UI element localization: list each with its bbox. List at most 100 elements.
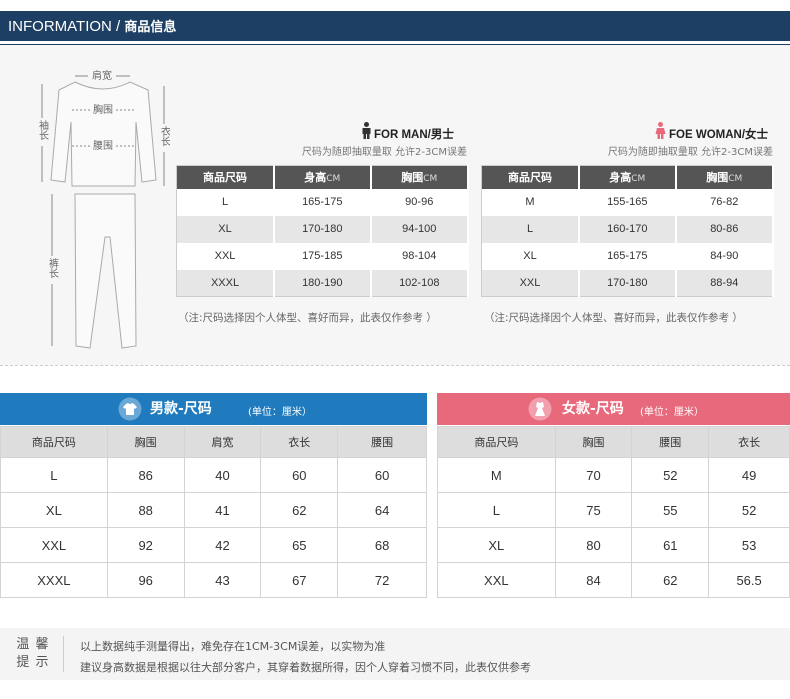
table-cell: 53 bbox=[708, 527, 790, 563]
label-pants-length: 裤长 bbox=[47, 257, 59, 278]
table-row: M 70 52 49 bbox=[437, 457, 790, 493]
table-cell: 68 bbox=[337, 527, 427, 563]
tips-line-1: 以上数据纯手测量得出，难免存在1CM-3CM误差，以实物为准 bbox=[80, 640, 386, 653]
men-top-title: FOR MAN/男士 bbox=[374, 129, 454, 141]
table-row: XXXL 180-190 102-108 bbox=[176, 269, 469, 297]
table-cell: 92 bbox=[106, 527, 185, 563]
table-cell: 64 bbox=[337, 492, 427, 528]
table-cell: L bbox=[0, 457, 108, 493]
header-cell: 商品尺码 bbox=[481, 165, 580, 189]
table-row: XXL 170-180 88-94 bbox=[481, 269, 775, 297]
table-cell: 102-108 bbox=[370, 269, 469, 297]
table-cell: 43 bbox=[183, 562, 262, 598]
tips-label-line1: 温 馨 bbox=[16, 637, 50, 652]
header-cell: 胸围 bbox=[106, 426, 185, 458]
header-cell: 衣长 bbox=[708, 426, 790, 458]
table-cell: 88-94 bbox=[675, 269, 775, 297]
header-cell: 商品尺码 bbox=[437, 426, 556, 458]
garment-diagram: 肩宽 胸围 腰围 袖长 衣长 裤长 bbox=[36, 69, 170, 349]
header-cell: 商品尺码 bbox=[0, 426, 108, 458]
men-size-unit: (单位：厘米） bbox=[248, 407, 312, 418]
table-row: L 160-170 80-86 bbox=[481, 215, 775, 243]
table-cell: XXL bbox=[437, 562, 556, 598]
table-cell: 84 bbox=[554, 562, 633, 598]
header-cell: 身高CM bbox=[274, 165, 372, 189]
men-top-subtitle: 尺码为随即抽取量取 允许2-3CM误差 bbox=[301, 147, 467, 158]
table-header-row: 商品尺码 身高CM 胸围CM bbox=[176, 165, 469, 189]
table-cell: XXL bbox=[176, 242, 276, 270]
tips-divider bbox=[63, 636, 64, 672]
table-cell: L bbox=[481, 215, 580, 243]
table-cell: 61 bbox=[631, 527, 710, 563]
table-cell: 55 bbox=[631, 492, 710, 528]
label-shoulder: 肩宽 bbox=[92, 69, 112, 82]
table-cell: 170-180 bbox=[274, 215, 372, 243]
label-chest: 胸围 bbox=[93, 103, 113, 116]
women-top-title: FOE WOMAN/女士 bbox=[669, 129, 769, 141]
table-cell: 94-100 bbox=[370, 215, 469, 243]
table-cell: 56.5 bbox=[708, 562, 790, 598]
table-row: M 155-165 76-82 bbox=[481, 188, 775, 216]
label-waist: 腰围 bbox=[93, 140, 113, 152]
table-cell: 76-82 bbox=[675, 188, 775, 216]
table-cell: 42 bbox=[183, 527, 262, 563]
section-header: INFORMATION / 商品信息 bbox=[0, 11, 790, 41]
table-row: XXL 92 42 65 68 bbox=[0, 527, 427, 563]
table-header-row: 商品尺码 胸围 腰围 衣长 bbox=[437, 426, 790, 458]
women-top-note: （注:尺码选择因个人体型、喜好而异，此表仅作参考 ） bbox=[484, 312, 743, 324]
table-row: XL 80 61 53 bbox=[437, 527, 790, 563]
table-row: L 86 40 60 60 bbox=[0, 457, 427, 493]
table-cell: 40 bbox=[183, 457, 262, 493]
header-cell: 商品尺码 bbox=[176, 165, 276, 189]
table-cell: 72 bbox=[337, 562, 427, 598]
table-cell: XXXL bbox=[176, 269, 276, 297]
table-cell: 41 bbox=[183, 492, 262, 528]
table-cell: 88 bbox=[106, 492, 185, 528]
table-header-row: 商品尺码 胸围 肩宽 衣长 腰围 bbox=[0, 426, 427, 458]
table-cell: 67 bbox=[260, 562, 339, 598]
table-cell: XL bbox=[176, 215, 276, 243]
table-row: XL 165-175 84-90 bbox=[481, 242, 775, 270]
table-cell: 175-185 bbox=[274, 242, 372, 270]
women-size-unit: (单位：厘米） bbox=[640, 407, 704, 418]
table-cell: 84-90 bbox=[675, 242, 775, 270]
table-cell: 62 bbox=[260, 492, 339, 528]
table-cell: 70 bbox=[554, 457, 633, 493]
table-cell: 165-175 bbox=[274, 188, 372, 216]
men-size-band bbox=[0, 393, 427, 425]
header-cell: 腰围 bbox=[631, 426, 710, 458]
table-row: XXXL 96 43 67 72 bbox=[0, 562, 427, 598]
table-cell: 60 bbox=[337, 457, 427, 493]
table-cell: XXL bbox=[481, 269, 580, 297]
header-title-zh: 商品信息 bbox=[124, 20, 177, 35]
dress-icon bbox=[528, 397, 552, 421]
tips-line-2: 建议身高数据是根据以往大部分客户，其穿着数据所得，因个人穿着习惯不同，此表仅供参… bbox=[80, 661, 531, 674]
table-row: XXL 175-185 98-104 bbox=[176, 242, 469, 270]
table-cell: 170-180 bbox=[579, 269, 677, 297]
table-cell: 155-165 bbox=[579, 188, 677, 216]
header-cell: 肩宽 bbox=[183, 426, 262, 458]
table-cell: M bbox=[437, 457, 556, 493]
table-cell: 90-96 bbox=[370, 188, 469, 216]
header-title-en: INFORMATION / bbox=[8, 18, 125, 35]
men-size-title: 男款-尺码 bbox=[150, 401, 212, 417]
men-size-table: 商品尺码 胸围 肩宽 衣长 腰围 L 86 40 60 60 XL 88 41 62 64 XX… bbox=[0, 426, 427, 598]
table-cell: 80 bbox=[554, 527, 633, 563]
table-cell: 65 bbox=[260, 527, 339, 563]
table-cell: L bbox=[437, 492, 556, 528]
table-row: L 165-175 90-96 bbox=[176, 188, 469, 216]
header-cell: 腰围 bbox=[337, 426, 427, 458]
table-cell: 75 bbox=[554, 492, 633, 528]
table-cell: 80-86 bbox=[675, 215, 775, 243]
table-cell: 180-190 bbox=[274, 269, 372, 297]
table-row: XL 170-180 94-100 bbox=[176, 215, 469, 243]
table-cell: 62 bbox=[631, 562, 710, 598]
tips-label-line2: 提 示 bbox=[16, 655, 50, 670]
table-row: XXL 84 62 56.5 bbox=[437, 562, 790, 598]
men-height-table: 商品尺码 身高CM 胸围CM L 165-175 90-96 XL 170-180 94… bbox=[176, 165, 469, 297]
tips-label: 温 馨 提 示 bbox=[8, 628, 58, 680]
table-cell: 98-104 bbox=[370, 242, 469, 270]
table-cell: 52 bbox=[631, 457, 710, 493]
table-cell: XXXL bbox=[0, 562, 108, 598]
women-height-table: 商品尺码 身高CM 胸围CM M 155-165 76-82 L 160-170 80-… bbox=[481, 165, 775, 297]
